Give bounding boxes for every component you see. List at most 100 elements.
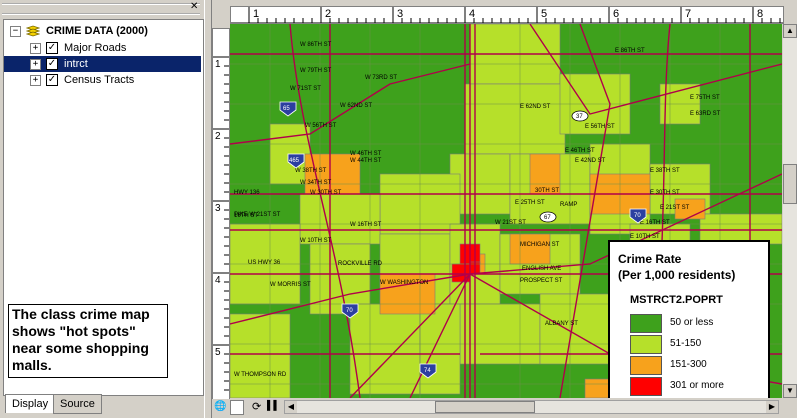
legend-class-label: 51-150 — [670, 338, 702, 349]
layer-item-census-tracts[interactable]: + ✓ Census Tracts — [4, 72, 201, 88]
street-label: HWY 136 — [234, 190, 260, 196]
tree-root[interactable]: − CRIME DATA (2000) — [4, 23, 201, 39]
street-label: ROCKVILLE RD — [338, 261, 383, 267]
panel-grip[interactable] — [2, 3, 200, 15]
collapse-icon[interactable]: − — [10, 26, 21, 37]
layer-checkbox[interactable]: ✓ — [46, 74, 58, 86]
legend-swatch — [630, 356, 662, 375]
svg-text:70: 70 — [346, 308, 353, 314]
street-label: W WASHINGTON — [380, 280, 428, 286]
street-label: W 46TH ST — [350, 151, 382, 157]
svg-text:67: 67 — [544, 215, 551, 221]
refresh-icon[interactable]: ⟳ — [252, 400, 261, 413]
legend-class-label: 151-300 — [670, 359, 707, 370]
expand-icon[interactable]: + — [30, 43, 41, 54]
expand-icon[interactable]: + — [30, 75, 41, 86]
ruler-label: 1 — [215, 59, 221, 70]
table-of-contents-panel: ✕ − CRIME DATA (2000) + ✓ Major Roads + … — [0, 0, 204, 418]
street-label: E 21ST ST — [660, 205, 690, 211]
street-label: US HWY 36 — [248, 260, 281, 266]
legend-subtitle: (Per 1,000 residents) — [618, 268, 736, 282]
scroll-up-icon[interactable]: ▲ — [783, 24, 797, 38]
ruler-label: 6 — [613, 8, 620, 20]
legend-title: Crime Rate — [618, 252, 682, 266]
street-label: W THOMPSON RD — [234, 372, 287, 378]
vertical-scrollbar[interactable]: ▲ ▼ — [783, 24, 797, 398]
street-label: E 25TH ST — [515, 200, 545, 206]
street-label: PROSPECT ST — [520, 278, 563, 284]
pause-icon[interactable]: ▌▌ — [267, 400, 280, 410]
ruler-label: 2 — [325, 8, 332, 20]
ruler-label: 4 — [469, 8, 476, 20]
data-frame-label: CRIME DATA (2000) — [46, 25, 148, 37]
svg-text:65: 65 — [283, 106, 290, 112]
street-label: W 73RD ST — [365, 75, 397, 81]
street-label: E 38TH ST — [650, 168, 680, 174]
street-label: W 38TH ST — [295, 168, 327, 174]
svg-text:465: 465 — [289, 158, 300, 164]
street-label: E 63RD ST — [690, 111, 721, 117]
legend-field: MSTRCT2.POPRT — [630, 294, 723, 306]
street-label: W 21ST ST — [495, 220, 526, 226]
street-label: E 75TH ST — [690, 95, 720, 101]
legend-swatch — [630, 314, 662, 333]
layout-view-icon[interactable] — [230, 400, 244, 415]
ruler-label: 2 — [215, 131, 221, 142]
layer-checkbox[interactable]: ✓ — [46, 42, 58, 54]
street-label: E 62ND ST — [520, 104, 551, 110]
street-label: E 46TH ST — [565, 148, 595, 154]
layer-label: Major Roads — [64, 42, 127, 54]
horizontal-scrollbar[interactable]: ◀ ▶ — [284, 400, 779, 414]
ruler-label: 4 — [215, 275, 221, 286]
street-label: W 71ST ST — [290, 86, 321, 92]
close-icon[interactable]: ✕ — [190, 1, 198, 12]
map-canvas[interactable]: W 86TH ST E 86TH ST W 79TH ST W 73RD ST … — [230, 24, 782, 398]
horizontal-ruler: 1 2 3 4 5 6 7 8 — [230, 6, 784, 24]
ruler-label: 7 — [685, 8, 692, 20]
street-label: W 56TH ST — [305, 123, 337, 129]
ruler-label: 5 — [215, 347, 221, 358]
layer-checkbox[interactable]: ✓ — [46, 58, 58, 70]
view-toolbar: 🌐 ⟳ ▌▌ ◀ ▶ — [212, 399, 797, 415]
street-label: MICHIGAN ST — [520, 242, 560, 248]
scroll-left-icon[interactable]: ◀ — [285, 401, 297, 413]
street-label: ALBANY ST — [545, 321, 578, 327]
street-label: E 56TH ST — [585, 124, 615, 130]
street-label: PIKE W 21ST ST — [234, 212, 281, 218]
street-label: E 16TH ST — [640, 220, 670, 226]
street-label: W 62ND ST — [340, 103, 372, 109]
ruler-label: 1 — [253, 8, 260, 20]
vertical-ruler: 1 2 3 4 5 — [212, 28, 230, 400]
ruler-label: 3 — [215, 203, 221, 214]
ruler-label: 3 — [397, 8, 404, 20]
tab-source[interactable]: Source — [53, 394, 102, 414]
tab-display[interactable]: Display — [5, 394, 56, 413]
scroll-right-icon[interactable]: ▶ — [766, 401, 778, 413]
street-label: W 79TH ST — [300, 68, 332, 74]
street-label: E 42ND ST — [575, 158, 606, 164]
street-label: 30TH ST — [535, 188, 559, 194]
expand-icon[interactable]: + — [30, 59, 41, 70]
street-label: W 30TH ST — [310, 190, 342, 196]
layer-item-intrct[interactable]: + ✓ intrct — [4, 56, 201, 72]
map-legend: Crime Rate (Per 1,000 residents) MSTRCT2… — [608, 240, 770, 398]
street-label: W 16TH ST — [350, 222, 382, 228]
street-label: W 44TH ST — [350, 158, 382, 164]
globe-icon[interactable]: 🌐 — [214, 401, 226, 412]
scroll-thumb[interactable] — [783, 164, 797, 204]
legend-swatch — [630, 377, 662, 396]
street-label: E 30TH ST — [650, 190, 680, 196]
street-label: W 34TH ST — [300, 180, 332, 186]
legend-class-label: 50 or less — [670, 317, 714, 328]
layer-label: Census Tracts — [64, 74, 135, 86]
street-label: W 10TH ST — [300, 238, 332, 244]
scroll-thumb[interactable] — [435, 401, 535, 413]
panel-splitter[interactable] — [204, 0, 212, 418]
scroll-down-icon[interactable]: ▼ — [783, 384, 797, 398]
svg-text:37: 37 — [576, 114, 583, 120]
layer-label: intrct — [64, 58, 88, 70]
legend-swatch — [630, 335, 662, 354]
annotation-note: The class crime map shows "hot spots" ne… — [8, 304, 168, 378]
street-label: RAMP — [560, 202, 577, 208]
layer-item-major-roads[interactable]: + ✓ Major Roads — [4, 40, 201, 56]
